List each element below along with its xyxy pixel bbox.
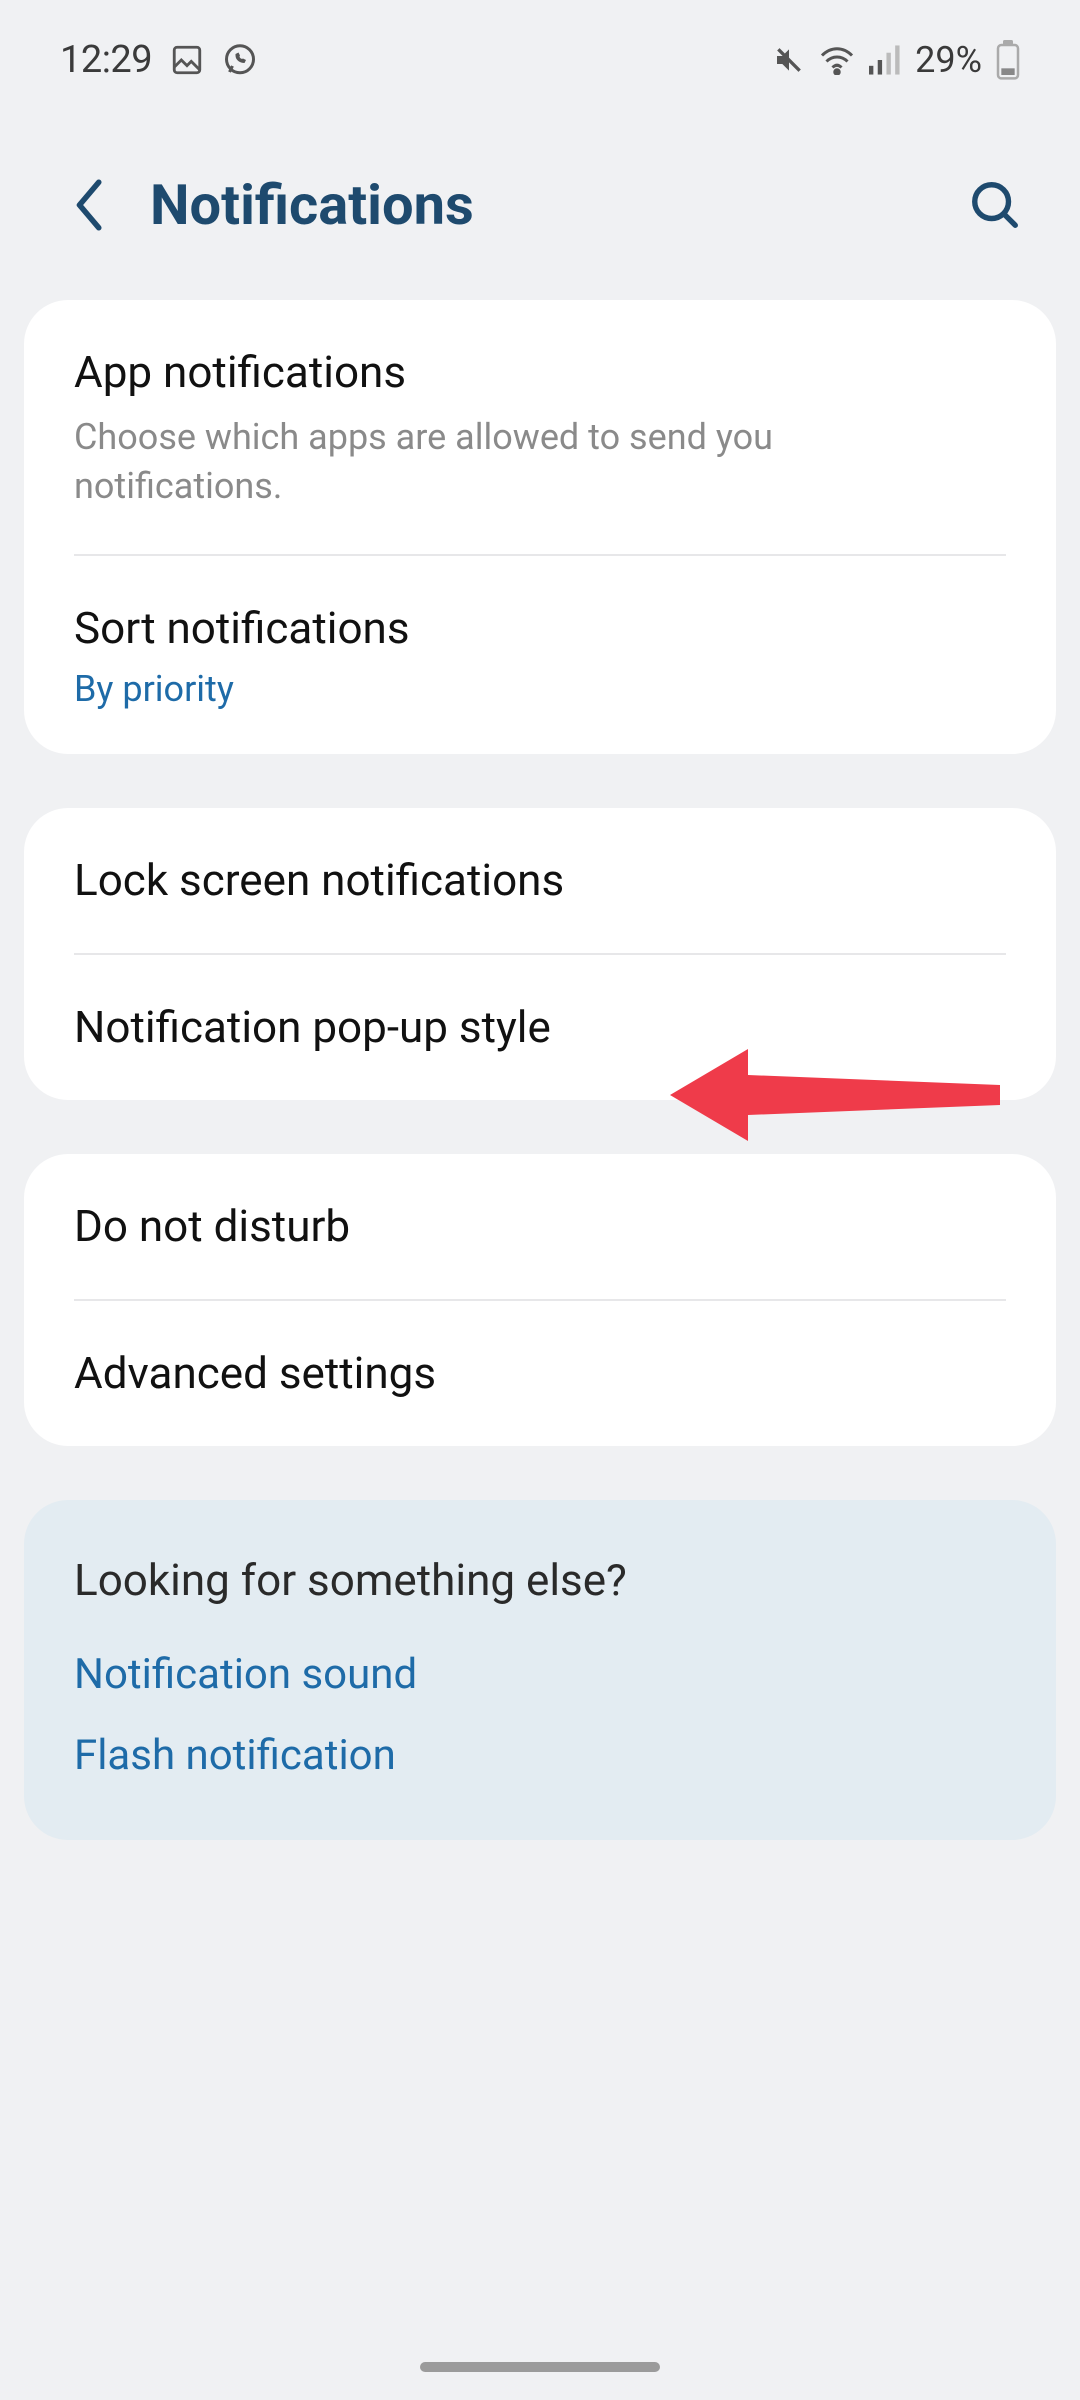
- sort-notifications-row[interactable]: Sort notifications By priority: [24, 556, 1056, 753]
- signal-icon: [869, 45, 901, 75]
- row-title: Lock screen notifications: [74, 852, 1006, 909]
- wifi-icon: [819, 45, 855, 75]
- row-title: Advanced settings: [74, 1345, 1006, 1402]
- looking-for-section: Looking for something else? Notification…: [24, 1500, 1056, 1840]
- row-title: Notification pop-up style: [74, 999, 1006, 1056]
- row-subtitle: Choose which apps are allowed to send yo…: [74, 413, 894, 510]
- notification-popup-style-row[interactable]: Notification pop-up style: [24, 955, 1056, 1100]
- status-bar: 12:29 29%: [0, 0, 1080, 110]
- settings-group-1: App notifications Choose which apps are …: [24, 300, 1056, 754]
- row-title: App notifications: [74, 344, 1006, 401]
- gallery-icon: [170, 43, 204, 77]
- advanced-settings-row[interactable]: Advanced settings: [24, 1301, 1056, 1446]
- back-button[interactable]: [60, 175, 120, 235]
- flash-notification-link[interactable]: Flash notification: [74, 1731, 1006, 1780]
- settings-group-2: Lock screen notifications Notification p…: [24, 808, 1056, 1100]
- row-title: Do not disturb: [74, 1198, 1006, 1255]
- battery-icon: [996, 40, 1020, 80]
- looking-for-title: Looking for something else?: [74, 1554, 1006, 1606]
- notification-sound-link[interactable]: Notification sound: [74, 1650, 1006, 1699]
- settings-group-3: Do not disturb Advanced settings: [24, 1154, 1056, 1446]
- whatsapp-icon: [222, 42, 258, 78]
- app-notifications-row[interactable]: App notifications Choose which apps are …: [24, 300, 1056, 554]
- lock-screen-notifications-row[interactable]: Lock screen notifications: [24, 808, 1056, 953]
- battery-percent: 29%: [915, 39, 982, 81]
- status-time: 12:29: [60, 38, 152, 82]
- do-not-disturb-row[interactable]: Do not disturb: [24, 1154, 1056, 1299]
- row-value: By priority: [74, 668, 1006, 710]
- status-right: 29%: [773, 39, 1020, 81]
- status-left: 12:29: [60, 38, 258, 82]
- mute-icon: [773, 44, 805, 76]
- search-button[interactable]: [960, 170, 1030, 240]
- row-title: Sort notifications: [74, 600, 1006, 657]
- gesture-bar: [420, 2362, 660, 2372]
- page-title: Notifications: [150, 172, 960, 238]
- page-header: Notifications: [0, 110, 1080, 300]
